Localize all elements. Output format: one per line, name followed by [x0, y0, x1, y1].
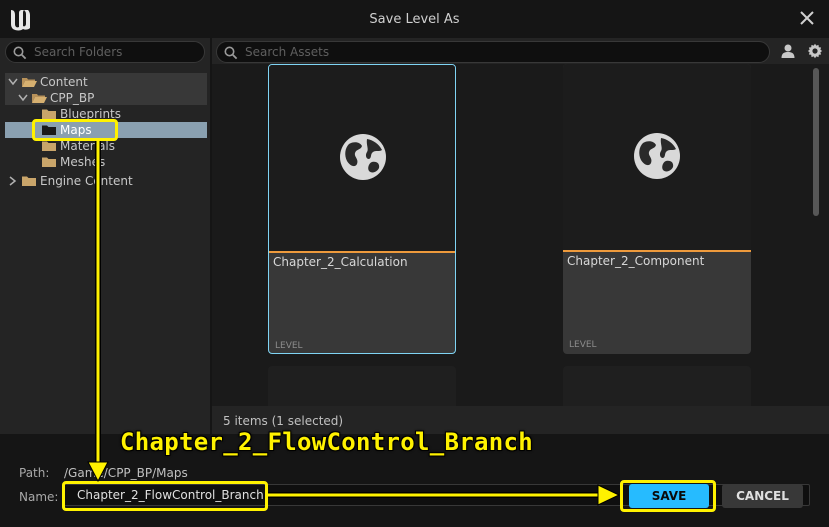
- tree-item-meshes[interactable]: Meshes: [41, 154, 105, 170]
- search-icon: [13, 46, 27, 60]
- title-bar: Save Level As: [0, 0, 829, 38]
- tree-item-label: CPP_BP: [50, 91, 95, 105]
- scrollbar[interactable]: [813, 68, 819, 216]
- tree-item-label: Blueprints: [60, 107, 122, 121]
- asset-thumbnail: [563, 64, 751, 250]
- folder-icon: [42, 125, 56, 135]
- tree-item-engine-content[interactable]: Engine Content: [7, 173, 133, 189]
- asset-browser-panel: Chapter_2_Calculation LEVEL Chapter_2_Co…: [212, 38, 829, 434]
- chevron-down-icon[interactable]: [7, 76, 19, 88]
- level-type-bar: [563, 250, 751, 252]
- search-icon: [224, 46, 238, 60]
- save-button[interactable]: SAVE: [629, 484, 709, 508]
- name-label: Name:: [19, 490, 59, 504]
- path-value: /Game/CPP_BP/Maps: [64, 466, 188, 480]
- asset-tile[interactable]: [563, 366, 751, 406]
- folder-icon: [42, 109, 56, 119]
- cancel-button[interactable]: CANCEL: [722, 484, 803, 508]
- tree-item-maps[interactable]: Maps: [41, 122, 92, 138]
- gear-icon[interactable]: [807, 43, 823, 59]
- tree-selection-highlight: [5, 122, 207, 138]
- asset-name: Chapter_2_Component: [567, 254, 705, 268]
- asset-type: LEVEL: [275, 341, 303, 351]
- close-icon[interactable]: [799, 10, 815, 26]
- search-folders-input[interactable]: [34, 44, 199, 60]
- folder-tree-panel: Content CPP_BP Blueprints Maps Materials…: [0, 38, 210, 434]
- globe-icon: [340, 134, 386, 180]
- asset-thumbnail: [269, 65, 455, 251]
- folder-icon: [42, 141, 56, 151]
- chevron-down-icon[interactable]: [17, 92, 29, 104]
- folder-icon: [42, 157, 56, 167]
- item-count: 5 items (1 selected): [223, 414, 344, 428]
- folder-icon: [22, 176, 36, 186]
- folder-open-icon: [32, 94, 47, 103]
- tree-item-label: Maps: [60, 123, 92, 137]
- asset-tile[interactable]: Chapter_2_Component LEVEL: [563, 64, 751, 354]
- folder-open-icon: [22, 78, 37, 87]
- tree-item-label: Materials: [60, 139, 116, 153]
- search-folders-box[interactable]: [5, 41, 205, 63]
- tree-item-label: Meshes: [60, 155, 106, 169]
- globe-icon: [634, 133, 680, 179]
- path-label: Path:: [19, 466, 50, 480]
- asset-name: Chapter_2_Calculation: [273, 255, 408, 269]
- asset-type: LEVEL: [569, 340, 597, 350]
- tree-item-cpp-bp[interactable]: CPP_BP: [17, 90, 94, 106]
- tree-item-label: Engine Content: [40, 174, 133, 188]
- dialog-title: Save Level As: [369, 12, 460, 27]
- search-assets-input[interactable]: [245, 44, 760, 60]
- asset-tile[interactable]: [268, 366, 456, 406]
- annotation-caption: Chapter_2_FlowControl_Branch: [120, 428, 533, 456]
- user-filter-icon[interactable]: [780, 43, 796, 59]
- tree-item-blueprints[interactable]: Blueprints: [41, 106, 121, 122]
- chevron-right-icon[interactable]: [7, 175, 19, 187]
- asset-grid: Chapter_2_Calculation LEVEL Chapter_2_Co…: [212, 64, 829, 406]
- tree-item-materials[interactable]: Materials: [41, 138, 115, 154]
- tree-item-content[interactable]: Content: [7, 74, 88, 90]
- search-assets-box[interactable]: [216, 41, 770, 63]
- level-type-bar: [269, 251, 455, 253]
- tree-item-label: Content: [40, 75, 88, 89]
- asset-tile[interactable]: Chapter_2_Calculation LEVEL: [268, 64, 456, 354]
